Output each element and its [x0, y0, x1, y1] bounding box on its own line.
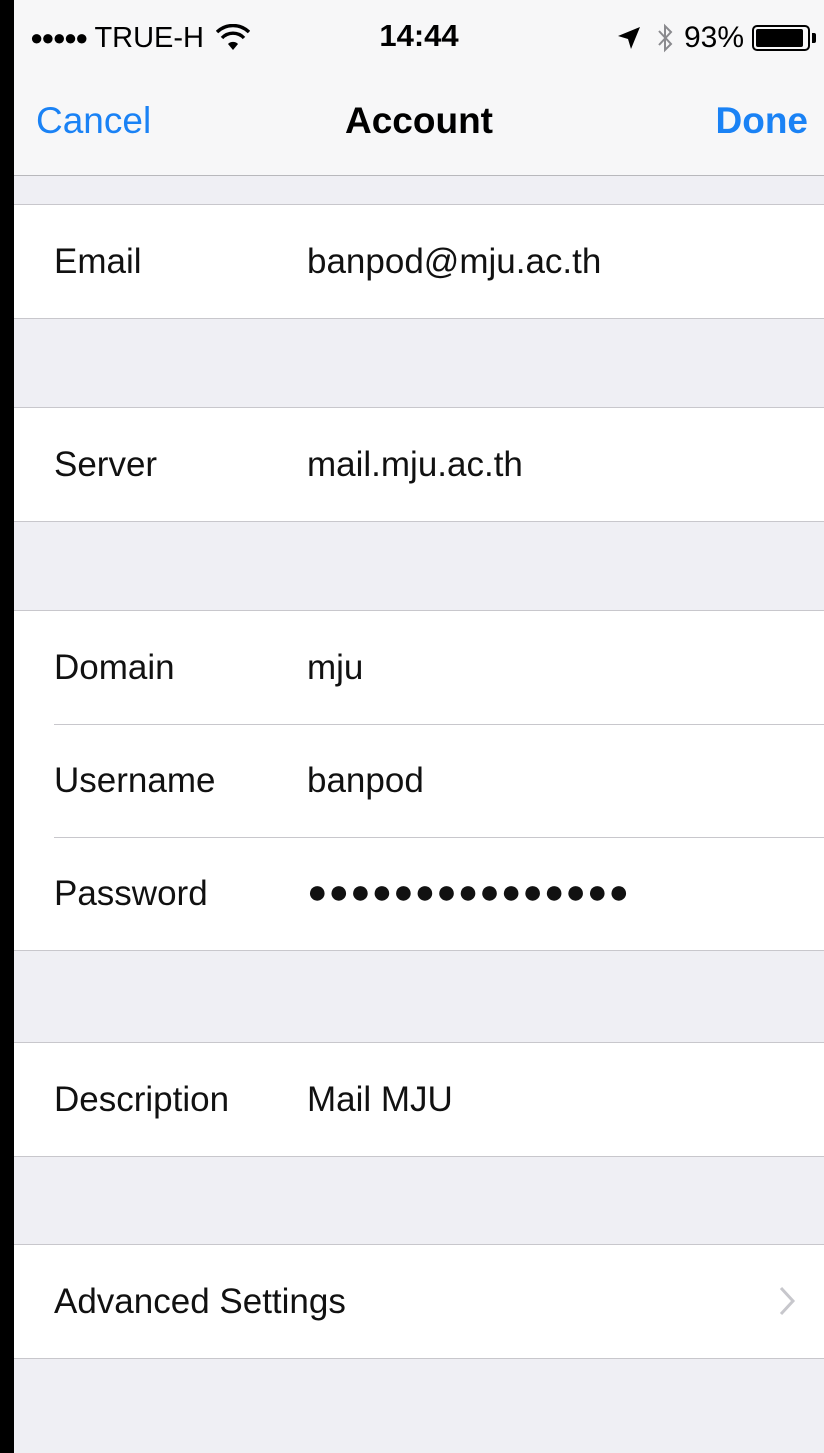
- battery-fill: [756, 29, 803, 47]
- email-field[interactable]: banpod@mju.ac.th: [307, 242, 807, 282]
- device-frame: ●●●●● TRUE-H 14:44 93% Cancel Account Do…: [0, 0, 824, 1453]
- password-label: Password: [54, 874, 208, 913]
- username-field[interactable]: banpod: [307, 761, 807, 801]
- done-button[interactable]: Done: [716, 100, 809, 142]
- cancel-button[interactable]: Cancel: [36, 100, 151, 142]
- password-field[interactable]: ●●●●●●●●●●●●●●●: [307, 873, 807, 912]
- advanced-settings-row[interactable]: Advanced Settings: [14, 1245, 824, 1358]
- username-label: Username: [54, 761, 216, 800]
- password-row[interactable]: Password ●●●●●●●●●●●●●●●: [14, 837, 824, 950]
- battery-percentage: 93%: [683, 21, 744, 54]
- description-label: Description: [54, 1080, 230, 1119]
- navigation-bar: Cancel Account Done: [14, 80, 824, 176]
- battery-tip: [812, 33, 816, 43]
- bluetooth-icon: [658, 23, 673, 53]
- battery-icon: [752, 25, 810, 51]
- credentials-group: Domain mju Username banpod Password ●●●●…: [14, 610, 824, 951]
- description-row[interactable]: Description Mail MJU: [14, 1043, 824, 1156]
- domain-row[interactable]: Domain mju: [14, 611, 824, 724]
- server-group: Server mail.mju.ac.th: [14, 407, 824, 522]
- domain-field[interactable]: mju: [307, 648, 807, 688]
- description-field[interactable]: Mail MJU: [307, 1080, 807, 1120]
- server-row[interactable]: Server mail.mju.ac.th: [14, 408, 824, 521]
- account-settings-screen: ●●●●● TRUE-H 14:44 93% Cancel Account Do…: [14, 0, 824, 1453]
- chevron-right-icon: [779, 1286, 796, 1316]
- description-group: Description Mail MJU: [14, 1042, 824, 1157]
- domain-label: Domain: [54, 648, 175, 687]
- advanced-settings-label: Advanced Settings: [54, 1282, 346, 1321]
- username-row[interactable]: Username banpod: [14, 724, 824, 837]
- email-row[interactable]: Email banpod@mju.ac.th: [14, 205, 824, 318]
- advanced-group: Advanced Settings: [14, 1244, 824, 1359]
- status-bar: ●●●●● TRUE-H 14:44 93%: [14, 0, 824, 80]
- server-label: Server: [54, 445, 158, 484]
- email-label: Email: [54, 242, 142, 281]
- server-field[interactable]: mail.mju.ac.th: [307, 445, 807, 485]
- location-arrow-icon: [617, 27, 640, 49]
- status-right: 93%: [616, 16, 816, 60]
- email-group: Email banpod@mju.ac.th: [14, 204, 824, 319]
